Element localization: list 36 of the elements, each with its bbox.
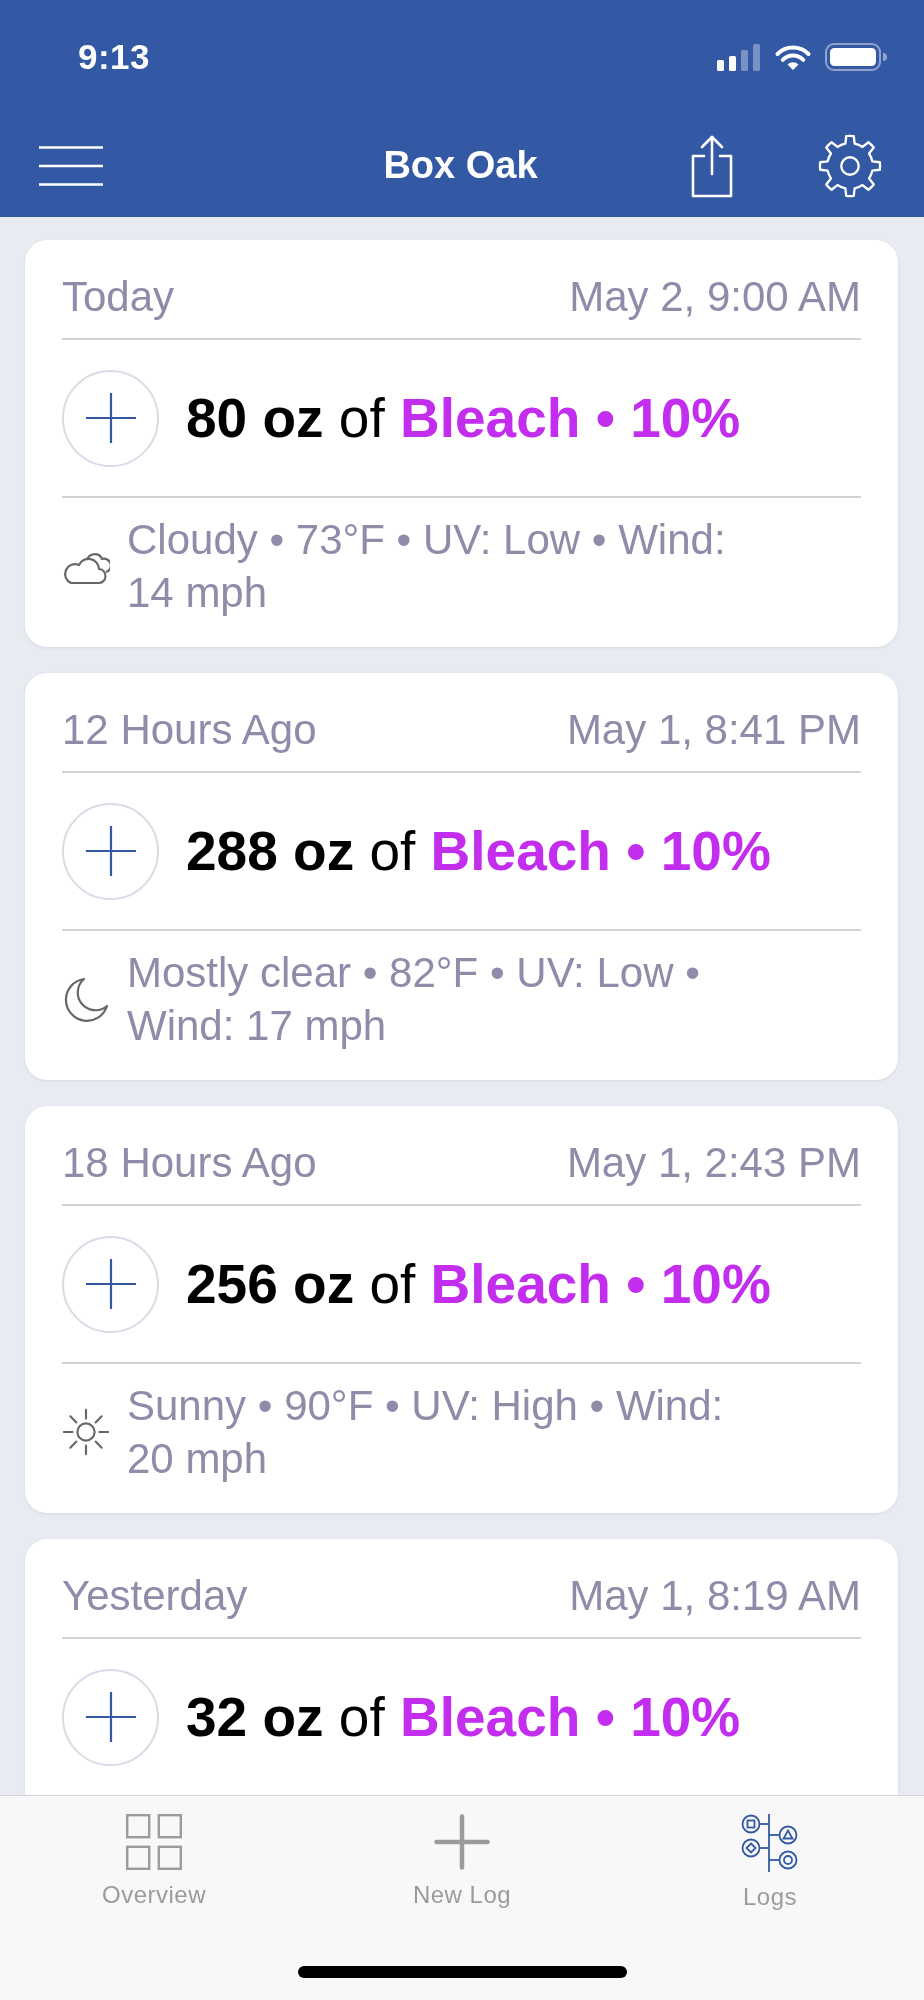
plus-icon [434, 1814, 490, 1870]
wifi-icon [774, 43, 812, 71]
log-timestamp: May 1, 2:43 PM [566, 1138, 861, 1188]
log-card[interactable]: 18 Hours Ago May 1, 2:43 PM 256 oz of Bleach • 10% Sunny • 90°F • UV: High • Wind: 20 mph [25, 1106, 898, 1513]
log-card[interactable]: 12 Hours Ago May 1, 8:41 PM 288 oz of Bleach • 10% Mostly clear • 82°F • UV: Low • Wind: 17 mph [25, 673, 898, 1080]
share-icon[interactable] [690, 133, 734, 198]
relative-time: Yesterday [62, 1571, 248, 1621]
plus-icon [85, 1259, 136, 1309]
log-entry-text: 256 oz of Bleach • 10% [186, 1252, 771, 1317]
log-entry-text: 80 oz of Bleach • 10% [186, 386, 741, 451]
plus-icon [85, 1692, 136, 1742]
log-timestamp: May 2, 9:00 AM [569, 272, 861, 322]
log-card[interactable]: Today May 2, 9:00 AM 80 oz of Bleach • 10% Cloudy • 73°F • UV: Low • Wind: 14 mph [25, 240, 898, 647]
weather-summary: Cloudy • 73°F • UV: Low • Wind: 14 mph [127, 515, 727, 618]
settings-icon[interactable] [818, 133, 882, 198]
log-timestamp: May 1, 8:41 PM [566, 705, 861, 755]
status-time: 9:13 [78, 37, 151, 77]
branch-diagram-icon [741, 1814, 799, 1872]
relative-time: 12 Hours Ago [62, 705, 317, 755]
sun-icon [62, 1408, 110, 1456]
moon-icon [62, 975, 110, 1023]
weather-summary: Sunny • 90°F • UV: High • Wind: 20 mph [127, 1381, 725, 1484]
log-entry-text: 32 oz of Bleach • 10% [186, 1685, 741, 1750]
log-entry-text: 288 oz of Bleach • 10% [186, 819, 771, 884]
screen-title: Box Oak [383, 144, 538, 187]
log-card[interactable]: Yesterday May 1, 8:19 AM 32 oz of Bleach • 10% [25, 1539, 898, 1795]
log-timestamp: May 1, 8:19 AM [569, 1571, 861, 1621]
relative-time: 18 Hours Ago [62, 1138, 317, 1188]
signal-icon [717, 43, 761, 71]
battery-icon [825, 43, 887, 71]
weather-summary: Mostly clear • 82°F • UV: Low • Wind: 17 mph [127, 948, 701, 1051]
relative-time: Today [62, 272, 175, 322]
plus-icon [85, 393, 136, 443]
grid-icon [126, 1814, 182, 1870]
plus-icon [85, 826, 136, 876]
menu-icon[interactable] [39, 145, 103, 186]
